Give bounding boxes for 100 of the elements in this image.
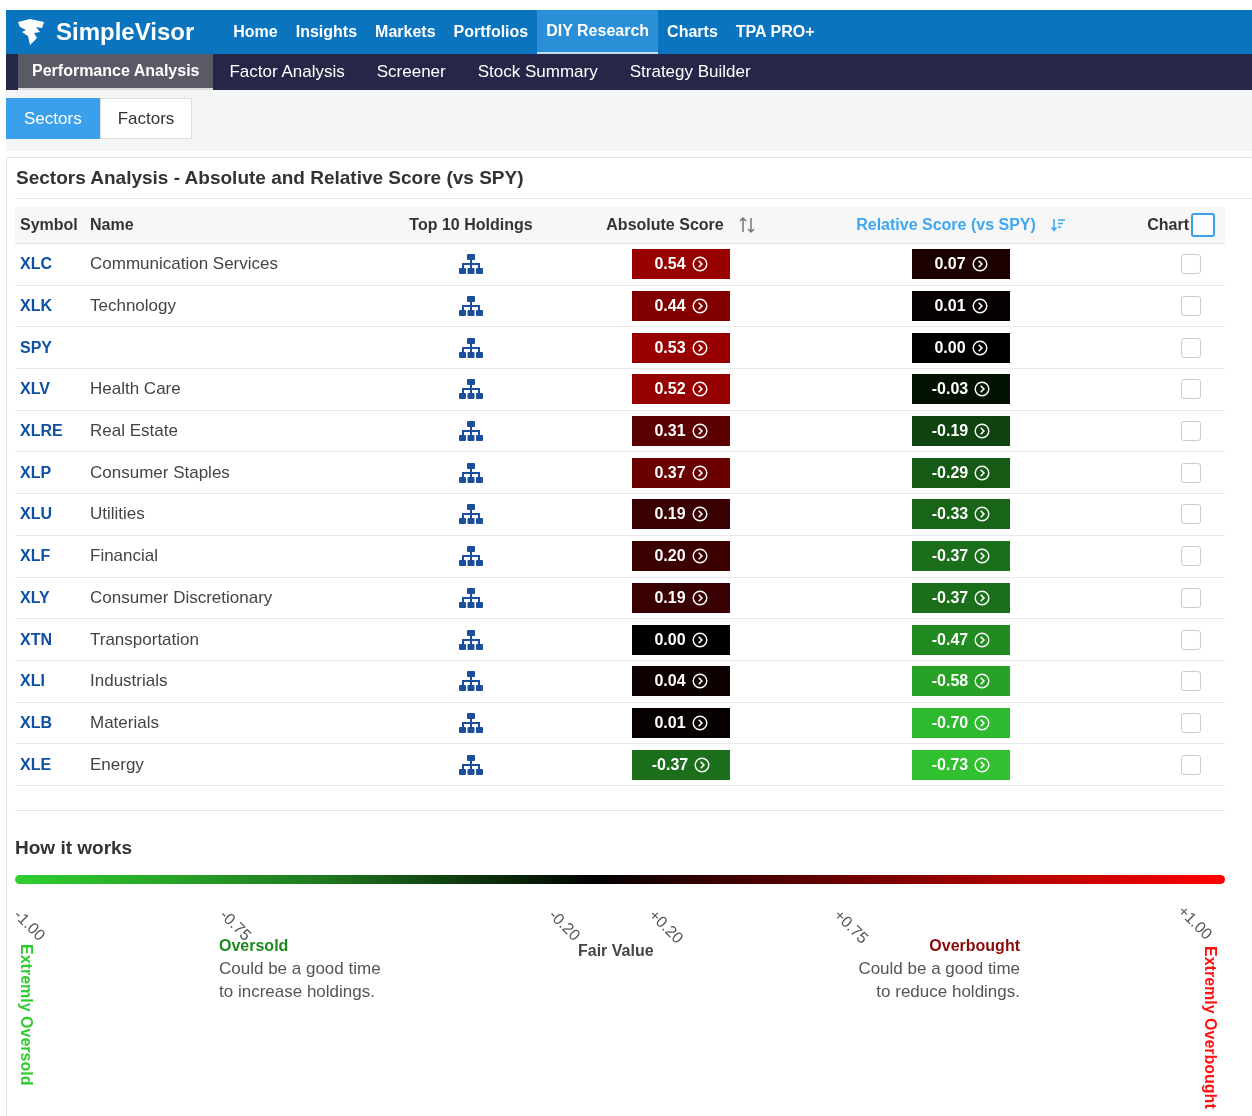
extreme-label: Extremly Overbought <box>1201 945 1219 1109</box>
sector-name: Financial <box>90 546 159 567</box>
score-badge[interactable]: 0.00 <box>912 332 1010 363</box>
score-badge[interactable]: -0.33 <box>912 499 1010 530</box>
score-badge[interactable]: -0.19 <box>912 416 1010 447</box>
column-header[interactable]: Absolute Score <box>606 216 724 234</box>
score-badge[interactable]: 0.19 <box>632 499 730 530</box>
sector-name: Health Care <box>90 379 181 400</box>
tab[interactable]: Factors <box>99 98 193 139</box>
score-badge[interactable]: 0.01 <box>632 707 730 738</box>
hierarchy-icon[interactable] <box>458 753 484 776</box>
chart-checkbox[interactable] <box>1181 462 1201 483</box>
subnav-link[interactable]: Factor Analysis <box>213 54 361 90</box>
zone-title: Fair Value <box>578 941 654 960</box>
subnav-link[interactable]: Stock Summary <box>461 54 614 90</box>
column-header: Symbol <box>20 216 78 234</box>
nav-link[interactable]: Home <box>224 10 287 54</box>
symbol-link[interactable]: XLF <box>20 547 51 566</box>
score-badge[interactable]: -0.47 <box>912 624 1010 655</box>
score-badge[interactable]: 0.01 <box>912 291 1010 322</box>
nav-link[interactable]: Portfolios <box>444 10 538 54</box>
sector-name: Energy <box>90 754 144 775</box>
hierarchy-icon[interactable] <box>458 295 484 318</box>
hierarchy-icon[interactable] <box>458 503 484 526</box>
panel-title: Sectors Analysis - Absolute and Relative Score (vs SPY) <box>16 167 524 189</box>
column-header: Chart <box>1147 216 1189 234</box>
zone-description: to increase holdings. <box>219 980 376 1003</box>
nav-link[interactable]: TPA PRO+ <box>726 10 824 54</box>
brand-name[interactable]: SimpleVisor <box>56 18 195 46</box>
nav-link[interactable]: Charts <box>658 10 727 54</box>
symbol-link[interactable]: XLE <box>20 755 52 774</box>
symbol-link[interactable]: XLP <box>20 463 52 482</box>
sort-icon[interactable] <box>737 216 756 234</box>
chart-checkbox[interactable] <box>1181 629 1201 650</box>
hierarchy-icon[interactable] <box>458 378 484 401</box>
chart-checkbox[interactable] <box>1181 712 1201 733</box>
hierarchy-icon[interactable] <box>458 253 484 276</box>
symbol-link[interactable]: XTN <box>20 630 52 649</box>
chart-checkbox[interactable] <box>1181 421 1201 442</box>
sector-name: Utilities <box>90 504 145 525</box>
tick-label: -0.20 <box>545 905 584 944</box>
hierarchy-icon[interactable] <box>458 670 484 693</box>
hierarchy-icon[interactable] <box>458 711 484 734</box>
symbol-link[interactable]: XLU <box>20 505 52 524</box>
chart-checkbox[interactable] <box>1181 379 1201 400</box>
zone-description: Could be a good time <box>858 957 1020 980</box>
score-badge[interactable]: -0.37 <box>632 749 730 780</box>
symbol-link[interactable]: XLRE <box>20 422 63 441</box>
hierarchy-icon[interactable] <box>458 545 484 568</box>
zone-title: Overbought <box>929 935 1020 956</box>
nav-link[interactable]: Markets <box>366 10 445 54</box>
zone-description: to reduce holdings. <box>876 980 1020 1003</box>
symbol-link[interactable]: XLV <box>20 380 50 399</box>
chart-checkbox[interactable] <box>1181 754 1201 775</box>
chart-checkbox[interactable] <box>1181 254 1201 275</box>
chart-checkbox[interactable] <box>1181 587 1201 608</box>
zone-description: Could be a good time <box>219 957 381 980</box>
score-badge[interactable]: -0.29 <box>912 457 1010 488</box>
score-badge[interactable]: 0.00 <box>632 624 730 655</box>
sort-descending-icon[interactable] <box>1049 217 1066 233</box>
subnav-link[interactable]: Performance Analysis <box>18 54 214 90</box>
symbol-link[interactable]: XLY <box>20 588 50 607</box>
chart-checkbox[interactable] <box>1181 337 1201 358</box>
symbol-link[interactable]: SPY <box>20 338 52 357</box>
sector-name: Technology <box>90 296 176 317</box>
sector-name: Materials <box>90 712 159 733</box>
tick-label: -1.00 <box>10 905 49 945</box>
nav-link[interactable]: DIY Research <box>537 10 659 54</box>
score-badge[interactable]: 0.20 <box>632 541 730 572</box>
hierarchy-icon[interactable] <box>458 628 484 651</box>
chart-checkbox[interactable] <box>1181 546 1201 567</box>
hierarchy-icon[interactable] <box>458 586 484 609</box>
symbol-link[interactable]: XLI <box>20 672 45 691</box>
subnav-link[interactable]: Screener <box>360 54 462 90</box>
score-badge[interactable]: 0.37 <box>632 457 730 488</box>
nav-link[interactable]: Insights <box>286 10 367 54</box>
score-badge[interactable]: 0.53 <box>632 332 730 363</box>
score-badge[interactable]: 0.54 <box>632 249 730 280</box>
subnav-link[interactable]: Strategy Builder <box>613 54 767 90</box>
symbol-link[interactable]: XLC <box>20 255 52 274</box>
chart-checkbox[interactable] <box>1181 504 1201 525</box>
chart-checkbox[interactable] <box>1181 671 1201 692</box>
hierarchy-icon[interactable] <box>458 461 484 484</box>
score-badge[interactable]: 0.52 <box>632 374 730 405</box>
score-badge[interactable]: -0.03 <box>912 374 1010 405</box>
symbol-link[interactable]: XLK <box>20 297 52 316</box>
column-header: Name <box>90 216 134 234</box>
score-badge[interactable]: 0.19 <box>632 582 730 613</box>
chart-checkbox[interactable] <box>1181 296 1201 317</box>
select-all-checkbox[interactable] <box>1191 213 1215 237</box>
extreme-label: Extremly Oversold <box>17 943 35 1086</box>
score-badge[interactable]: 0.31 <box>632 416 730 447</box>
symbol-link[interactable]: XLB <box>20 713 52 732</box>
score-badge[interactable]: 0.44 <box>632 291 730 322</box>
score-badge[interactable]: 0.07 <box>912 249 1010 280</box>
score-badge[interactable]: -0.37 <box>912 582 1010 613</box>
hierarchy-icon[interactable] <box>458 420 484 443</box>
score-badge[interactable]: -0.37 <box>912 541 1010 572</box>
score-badge[interactable]: 0.04 <box>632 666 730 697</box>
hierarchy-icon[interactable] <box>458 336 484 359</box>
